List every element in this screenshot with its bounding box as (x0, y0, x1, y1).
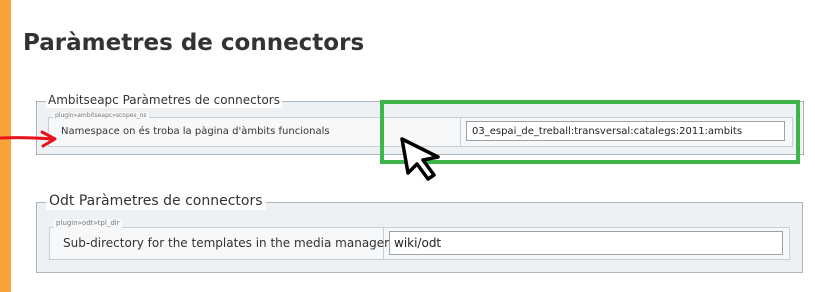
scopes-ns-setting-key: plugin»ambitseapc»scopes_ns (53, 112, 149, 120)
red-arrow-icon (0, 130, 57, 148)
scopes-ns-label: Namespace on és troba la pàgina d'àmbits… (61, 126, 330, 137)
tpl-dir-label: Sub-directory for the templates in the m… (63, 236, 390, 250)
ambitseapc-legend: Ambitseapc Paràmetres de connectors (46, 92, 282, 108)
mouse-pointer-icon (400, 137, 440, 181)
page-title: Paràmetres de connectors (23, 30, 365, 56)
odt-legend: Odt Paràmetres de connectors (46, 192, 266, 210)
tpl-dir-setting-key: plugin»odt»tpl_dir (54, 219, 122, 228)
tpl-dir-input[interactable] (389, 231, 783, 255)
